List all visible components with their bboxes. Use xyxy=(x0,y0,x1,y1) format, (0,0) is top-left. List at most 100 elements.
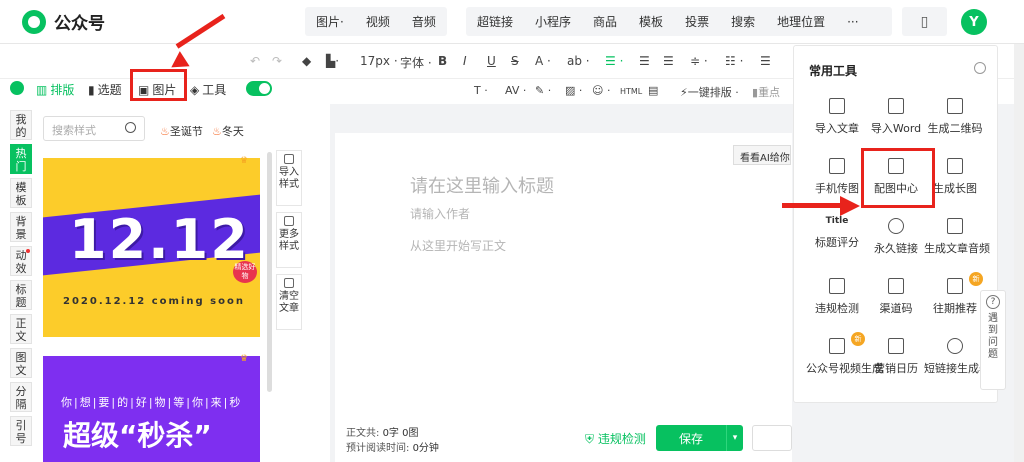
nav-more[interactable]: ··· xyxy=(836,15,869,29)
category-tab[interactable]: 分隔 xyxy=(10,382,32,412)
nav-location[interactable]: 地理位置 xyxy=(766,13,836,30)
tool-qrcode[interactable]: 生成二维码 xyxy=(924,98,986,136)
category-tab[interactable]: 引号 xyxy=(10,416,32,446)
hot-tag[interactable]: ♨冬天 xyxy=(212,123,244,139)
align-left-icon[interactable]: ☰ · xyxy=(605,54,623,68)
emoji-icon[interactable]: ☺ · xyxy=(592,84,610,97)
template-card[interactable]: 12.12 精选好物 2020.12.12 coming soon xyxy=(43,158,260,337)
nav-search[interactable]: 搜索 xyxy=(720,13,766,30)
tab-topics[interactable]: ▮ 选题 xyxy=(88,81,122,98)
tab-topics-label: 选题 xyxy=(97,83,122,97)
category-tab[interactable]: 正文 xyxy=(10,314,32,344)
letter-spacing-icon[interactable]: AV · xyxy=(505,84,526,97)
more-format-icon[interactable]: ☰ xyxy=(760,54,771,68)
insert-media-nav: 图片· 视频 音频 xyxy=(305,7,447,36)
background-color-icon[interactable]: ab · xyxy=(567,54,590,68)
font-color-icon[interactable]: A · xyxy=(535,54,551,68)
word-count-value: 0字 0图 xyxy=(382,428,419,439)
video-icon xyxy=(829,338,845,354)
preview-button[interactable]: ▯ xyxy=(902,7,947,36)
save-label: 保存 xyxy=(678,431,703,446)
help-button[interactable]: ? 遇到问题 xyxy=(980,290,1006,390)
category-tab[interactable]: 标题 xyxy=(10,280,32,310)
page-scrollbar[interactable] xyxy=(1014,44,1024,462)
clear-format-icon[interactable]: ▙· xyxy=(326,54,339,68)
nav-mini-program[interactable]: 小程序 xyxy=(524,13,582,30)
tool-permalink[interactable]: 永久链接 xyxy=(865,218,927,256)
briefcase-icon[interactable]: ▤ xyxy=(648,84,658,97)
tool-phone-upload[interactable]: 手机传图 xyxy=(806,158,868,196)
category-tab-label: 我的 xyxy=(15,113,27,139)
style-search-input[interactable]: 搜索样式 xyxy=(43,116,145,141)
more-styles-button[interactable]: 更多样式 xyxy=(276,212,302,268)
redo-icon[interactable]: ↷ xyxy=(272,54,282,68)
align-right-icon[interactable]: ☰ xyxy=(663,54,674,68)
nav-audio[interactable]: 音频 xyxy=(401,13,447,30)
tool-marketing-calendar[interactable]: 营销日历 xyxy=(865,338,927,376)
category-tab-label: 标题 xyxy=(15,283,27,309)
clear-article-button[interactable]: 清空文章 xyxy=(276,274,302,330)
font-family-select[interactable]: 字体 · xyxy=(400,54,432,71)
hot-tag[interactable]: ♨圣诞节 xyxy=(160,123,203,139)
nav-image[interactable]: 图片· xyxy=(305,13,355,30)
format-painter-icon[interactable]: ◆ xyxy=(302,54,311,68)
html-icon[interactable]: HTML xyxy=(620,87,642,96)
text-direction-icon[interactable]: T · xyxy=(474,84,488,97)
insert-image-icon[interactable]: ▨ · xyxy=(565,84,582,97)
template-card[interactable]: 你|想|要|的|好|物|等|你|来|秒 超级“秒杀” xyxy=(43,356,260,462)
tab-tools[interactable]: ◈ 工具 xyxy=(190,81,226,98)
title-input[interactable]: 请在这里输入标题 xyxy=(410,172,554,198)
tool-channel-code[interactable]: 渠道码 xyxy=(865,278,927,316)
tool-import-article[interactable]: 导入文章 xyxy=(806,98,868,136)
chevron-down-icon[interactable]: ▾ xyxy=(726,425,743,451)
compliance-check-button[interactable]: ⛨ 违规检测 xyxy=(585,430,646,447)
cube-icon: ◈ xyxy=(190,82,200,97)
nav-vote[interactable]: 投票 xyxy=(674,13,720,30)
key-point[interactable]: ▮重点 xyxy=(752,84,780,100)
line-height-icon[interactable]: ≑ · xyxy=(690,54,708,68)
download-icon xyxy=(829,98,845,114)
one-click-layout[interactable]: ⚡一键排版 · xyxy=(680,84,739,100)
undo-icon[interactable]: ↶ xyxy=(250,54,260,68)
tool-label: 生成长图 xyxy=(933,182,977,195)
tab-layout[interactable]: ▥ 排版 xyxy=(36,81,74,98)
style-list-scrollbar[interactable] xyxy=(267,152,272,392)
nav-product[interactable]: 商品 xyxy=(582,13,628,30)
category-tab[interactable]: 背景 xyxy=(10,212,32,242)
gear-icon[interactable] xyxy=(974,62,986,74)
category-tab[interactable]: 图文 xyxy=(10,348,32,378)
annotation-highlight-box xyxy=(861,148,935,208)
italic-icon[interactable]: I xyxy=(463,54,467,68)
align-center-icon[interactable]: ☰ xyxy=(639,54,650,68)
author-input[interactable]: 请输入作者 xyxy=(410,205,470,222)
category-tab[interactable]: 动效 xyxy=(10,246,32,276)
nav-video[interactable]: 视频 xyxy=(355,13,401,30)
import-style-button[interactable]: 导入样式 xyxy=(276,150,302,206)
save-button[interactable]: 保存 ▾ xyxy=(656,425,743,451)
body-input[interactable]: 从这里开始写正文 xyxy=(410,237,506,254)
secondary-action-button[interactable] xyxy=(752,425,792,451)
category-tab[interactable]: 热门 xyxy=(10,144,32,174)
tool-past-recommend[interactable]: 往期推荐 新 xyxy=(924,272,986,316)
tool-video-generator[interactable]: 公众号视频生成新 xyxy=(806,332,883,376)
search-icon[interactable] xyxy=(125,122,136,133)
tool-article-audio[interactable]: 生成文章音频 xyxy=(924,218,990,256)
bold-icon[interactable]: B xyxy=(438,54,447,68)
magic-wand-icon[interactable]: ✎ · xyxy=(535,84,551,97)
category-tab[interactable]: 模板 xyxy=(10,178,32,208)
tool-short-link[interactable]: 短链接生成器 xyxy=(924,338,990,376)
panel-toggle[interactable] xyxy=(246,81,272,96)
category-tab[interactable]: 我的 xyxy=(10,110,32,140)
nav-hyperlink[interactable]: 超链接 xyxy=(466,13,524,30)
strikethrough-icon[interactable]: S xyxy=(511,54,519,68)
editor-canvas[interactable] xyxy=(335,133,792,462)
nav-template[interactable]: 模板 xyxy=(628,13,674,30)
avatar[interactable]: Y xyxy=(961,9,987,35)
tool-title-score[interactable]: Title 标题评分 xyxy=(806,216,868,250)
tool-import-word[interactable]: 导入Word xyxy=(865,98,927,136)
underline-icon[interactable]: U xyxy=(487,54,496,68)
ai-hint-button[interactable]: 看看AI给你 xyxy=(733,145,791,165)
indent-icon[interactable]: ☷ · xyxy=(725,54,743,68)
tool-compliance-check[interactable]: 违规检测 xyxy=(806,278,868,316)
font-size-select[interactable]: 17px · xyxy=(360,54,398,68)
